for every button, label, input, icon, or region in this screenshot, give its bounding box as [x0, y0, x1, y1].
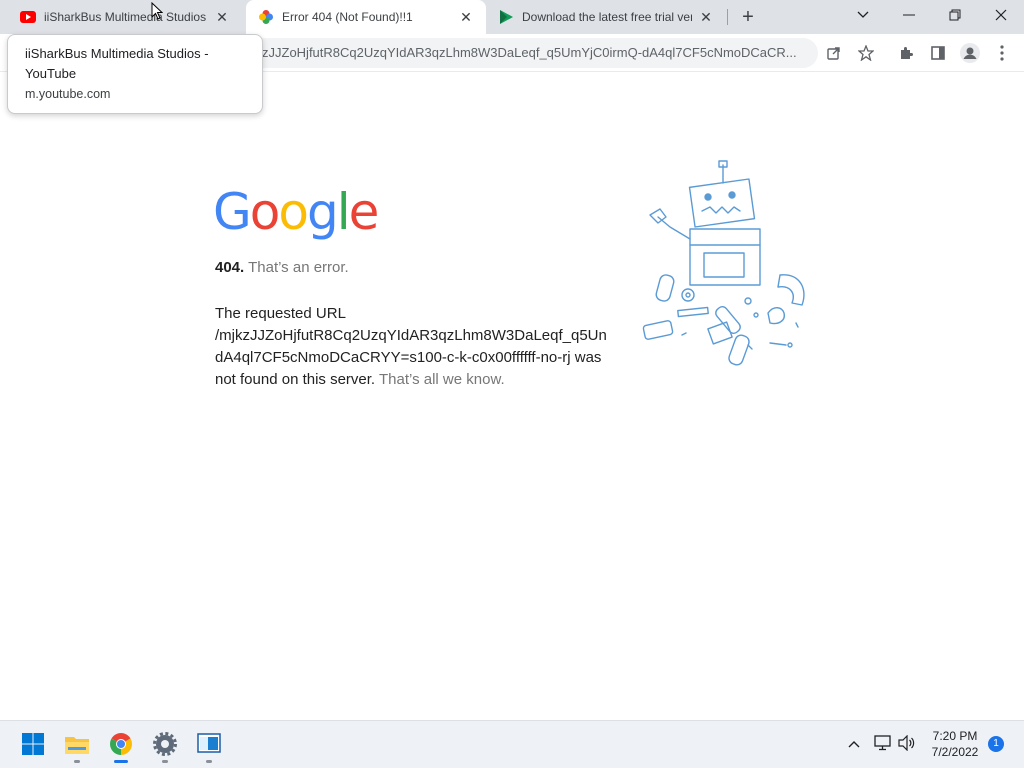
error-end: not found on this server. — [215, 371, 376, 388]
tab-close-button[interactable]: ✕ — [458, 9, 474, 25]
share-icon[interactable] — [824, 43, 844, 63]
volume-icon[interactable] — [898, 734, 916, 754]
minimize-icon — [903, 14, 915, 16]
running-indicator — [206, 760, 212, 763]
address-bar-url[interactable]: zJJZoHjfutR8Cq2UzqYIdAR3qzLhm8W3DaLeqf_q… — [262, 45, 814, 60]
google-photos-icon — [258, 9, 274, 25]
error-heading: 404. That’s an error. — [215, 259, 349, 276]
app-icon[interactable] — [194, 729, 224, 763]
running-indicator — [74, 760, 80, 763]
close-window-button[interactable] — [978, 0, 1024, 30]
mouse-cursor-icon — [151, 2, 163, 20]
tab-download[interactable]: Download the latest free trial versions … — [486, 0, 726, 34]
profile-icon[interactable] — [960, 43, 980, 63]
tab-title: Error 404 (Not Found)!!1 — [282, 10, 413, 24]
clock-time: 7:20 PM — [932, 729, 978, 743]
active-indicator — [114, 760, 128, 763]
error-muted: That’s all we know. — [379, 371, 505, 388]
notification-badge[interactable]: 1 — [988, 736, 1004, 752]
tab-hover-card: iiSharkBus Multimedia Studios - YouTube … — [7, 34, 263, 114]
system-clock[interactable]: 7:20 PM 7/2/2022 — [924, 728, 986, 760]
error-text: That’s an error. — [248, 259, 349, 276]
hover-card-domain: m.youtube.com — [25, 87, 111, 101]
tab-title: Download the latest free trial versions — [522, 10, 692, 24]
tab-title: iiSharkBus Multimedia Studios - YouTube — [44, 10, 208, 24]
chevron-down-icon — [857, 11, 869, 18]
close-icon — [995, 9, 1007, 21]
error-message: The requested URL /mjkzJJZoHjfutR8Cq2Uzq… — [215, 303, 615, 391]
logo-letter: l — [336, 183, 351, 241]
tab-search-button[interactable] — [840, 0, 886, 30]
error-code: 404. — [215, 259, 245, 276]
clock-date: 7/2/2022 — [931, 745, 979, 759]
minimize-button[interactable] — [886, 0, 932, 30]
error-url-line-2: dA4ql7CF5cNmoDCaCRYY=s100-c-k-c0x00fffff… — [215, 349, 602, 366]
play-icon — [498, 9, 514, 25]
logo-letter: g — [306, 183, 339, 241]
error-end-line: not found on this server. That’s all we … — [215, 369, 615, 391]
file-explorer-icon[interactable] — [62, 729, 92, 763]
chrome-icon[interactable] — [106, 729, 136, 763]
network-icon[interactable] — [874, 735, 892, 754]
side-panel-icon[interactable] — [928, 43, 948, 63]
tab-close-button[interactable]: ✕ — [214, 9, 230, 25]
tab-youtube[interactable]: iiSharkBus Multimedia Studios - YouTube … — [8, 0, 242, 34]
tab-separator — [727, 9, 728, 25]
star-icon[interactable] — [856, 43, 876, 63]
extensions-icon[interactable] — [896, 43, 916, 63]
logo-letter: G — [213, 183, 252, 241]
new-tab-button[interactable]: + — [736, 5, 760, 29]
broken-robot-illustration — [642, 160, 805, 366]
running-indicator — [162, 760, 168, 763]
logo-letter: o — [278, 183, 309, 241]
restore-button[interactable] — [932, 0, 978, 30]
logo-letter: o — [249, 183, 281, 241]
logo-letter: e — [348, 183, 380, 241]
windows-start-icon[interactable] — [18, 729, 48, 759]
hover-card-title: iiSharkBus Multimedia Studios - YouTube — [25, 46, 209, 81]
menu-icon[interactable] — [992, 43, 1012, 63]
youtube-icon — [20, 9, 36, 25]
error-prefix: The requested URL — [215, 305, 346, 322]
google-logo: Google — [213, 183, 380, 241]
tab-error-404[interactable]: Error 404 (Not Found)!!1 ✕ — [246, 0, 486, 34]
settings-icon[interactable] — [150, 729, 180, 763]
restore-icon — [949, 9, 961, 21]
error-url-line-1: /mjkzJJZoHjfutR8Cq2UzqYIdAR3qzLhm8W3DaLe… — [215, 327, 607, 344]
tab-close-button[interactable]: ✕ — [698, 9, 714, 25]
tray-overflow-icon[interactable] — [848, 735, 860, 751]
taskbar — [0, 720, 1024, 768]
